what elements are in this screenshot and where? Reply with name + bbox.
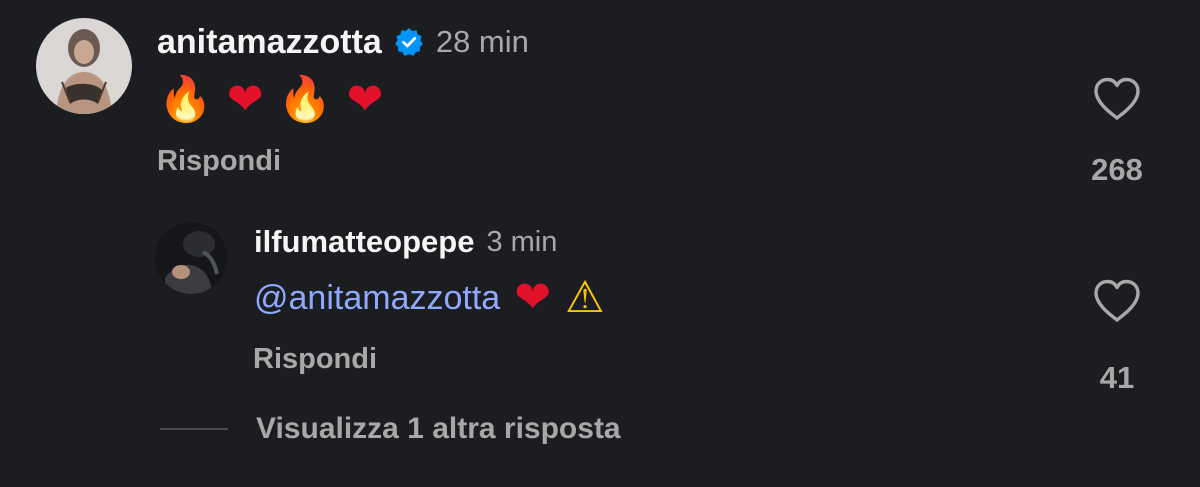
comment-like: 268 bbox=[1077, 76, 1157, 188]
comment-thread: anitamazzotta 28 min 🔥 ❤ 🔥 ❤ Rispondi 26… bbox=[0, 0, 1200, 487]
reply-button[interactable]: Rispondi bbox=[157, 145, 281, 178]
mention-link[interactable]: @anitamazzotta bbox=[254, 279, 500, 318]
reply-body: @anitamazzotta ❤ ⚠ bbox=[254, 268, 605, 328]
comment-header: anitamazzotta 28 min bbox=[157, 20, 529, 64]
like-heart-icon[interactable] bbox=[1092, 278, 1142, 324]
avatar-ilfumatteopepe[interactable] bbox=[155, 222, 227, 294]
view-more-replies-button[interactable]: Visualizza 1 altra risposta bbox=[160, 412, 621, 446]
reply-button[interactable]: Rispondi bbox=[253, 343, 377, 376]
reply-timestamp: 3 min bbox=[486, 225, 558, 258]
like-count: 268 bbox=[1091, 152, 1143, 187]
divider-line bbox=[160, 428, 228, 430]
like-count: 41 bbox=[1099, 360, 1135, 395]
avatar-image bbox=[155, 222, 227, 294]
heart-emoji: ❤ bbox=[346, 74, 384, 125]
verified-badge-icon bbox=[394, 27, 424, 57]
reply-like: 41 bbox=[1077, 278, 1157, 396]
avatar-anitamazzotta[interactable] bbox=[36, 18, 132, 114]
comment-body: 🔥 ❤ 🔥 ❤ bbox=[158, 72, 397, 128]
fire-emoji: 🔥 bbox=[158, 74, 213, 125]
reply-username[interactable]: ilfumatteopepe bbox=[254, 224, 474, 260]
fire-emoji: 🔥 bbox=[277, 74, 333, 125]
avatar-image bbox=[36, 18, 132, 114]
like-heart-icon[interactable] bbox=[1092, 76, 1142, 122]
reply-header: ilfumatteopepe 3 min bbox=[254, 222, 557, 262]
heart-emoji: ❤ bbox=[226, 74, 264, 125]
heart-emoji: ❤ bbox=[514, 272, 552, 323]
warning-emoji: ⚠ bbox=[565, 272, 605, 323]
comment-username[interactable]: anitamazzotta bbox=[157, 23, 382, 62]
comment-timestamp: 28 min bbox=[435, 24, 529, 59]
view-more-replies-label: Visualizza 1 altra risposta bbox=[256, 412, 621, 445]
